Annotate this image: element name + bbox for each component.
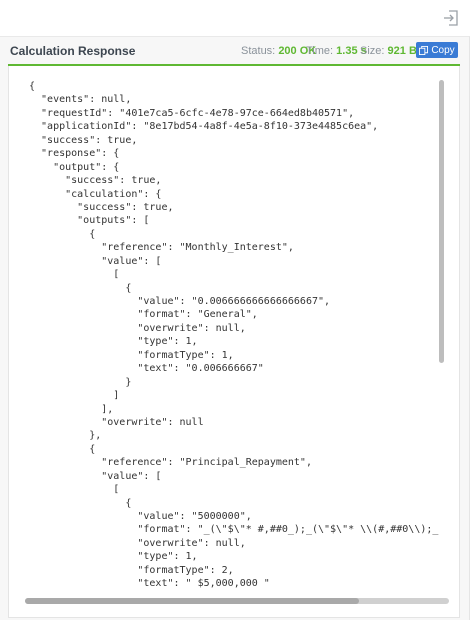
code-line: "applicationId": "8e17bd54-4a8f-4e5a-8f1… <box>29 121 379 133</box>
code-line: "calculation": { <box>29 188 162 200</box>
code-line: "formatType": 1, <box>29 349 234 361</box>
code-line: "value": "0.006666666666666667", <box>29 296 331 307</box>
code-line: { <box>29 497 132 509</box>
code-line: [ <box>29 269 120 281</box>
panel-title: Calculation Response <box>10 44 136 58</box>
copy-button[interactable]: Copy <box>416 42 458 58</box>
code-line: ] <box>29 390 120 402</box>
code-line: "value": [ <box>29 470 162 482</box>
code-line: "requestId": "401e7ca5-6cfc-4e78-97ce-66… <box>29 107 355 119</box>
copy-icon <box>419 45 429 55</box>
panel-header: Calculation Response Status: 200 OK Time… <box>0 37 470 65</box>
code-line: ], <box>29 403 114 415</box>
code-line: { <box>29 443 96 455</box>
code-line: { <box>29 228 96 240</box>
code-line: "overwrite": null <box>29 416 204 428</box>
code-line: }, <box>29 430 102 442</box>
code-line: "text": " $5,000,000 " <box>29 578 270 590</box>
code-line: [ <box>29 484 120 496</box>
code-line: "reference": "Monthly_Interest", <box>29 242 294 254</box>
horizontal-scrollbar-track[interactable] <box>25 598 449 604</box>
code-line: { <box>29 282 132 294</box>
code-line: "value": [ <box>29 255 162 267</box>
code-line: "events": null, <box>29 94 132 106</box>
json-code: { "events": null, "requestId": "401e7ca5… <box>29 80 439 592</box>
code-line: "success": true, <box>29 201 174 213</box>
code-line: "format": "_(\"$\"* #,##0_);_(\"$\"* \\(… <box>29 524 439 536</box>
code-line: "type": 1, <box>29 336 198 348</box>
code-line: } <box>29 376 132 388</box>
status-meta: Status: 200 OK <box>241 45 316 57</box>
code-line: "response": { <box>29 148 120 160</box>
code-line: "value": "5000000", <box>29 511 252 522</box>
code-line: "formatType": 2, <box>29 564 234 576</box>
response-body[interactable]: { "events": null, "requestId": "401e7ca5… <box>8 66 460 618</box>
size-meta: Size: 921 B <box>360 45 417 57</box>
code-line: "success": true, <box>29 175 162 187</box>
status-label: Status: <box>241 45 276 57</box>
code-line: "overwrite": null, <box>29 322 246 334</box>
size-value: 921 B <box>387 45 417 57</box>
vertical-scrollbar[interactable] <box>439 80 444 363</box>
copy-button-label: Copy <box>431 44 455 56</box>
top-bar <box>0 0 474 36</box>
size-label: Size: <box>360 45 385 57</box>
code-line: "reference": "Principal_Repayment", <box>29 457 312 469</box>
code-line: "overwrite": null, <box>29 537 246 549</box>
time-meta: Time: 1.35 s <box>306 45 367 57</box>
code-line: "type": 1, <box>29 551 198 563</box>
code-line: "text": "0.006666667" <box>29 363 264 375</box>
code-line: { <box>29 81 36 92</box>
code-line: "success": true, <box>29 134 138 146</box>
calculation-response-panel: Calculation Response Status: 200 OK Time… <box>0 36 470 620</box>
code-line: "outputs": [ <box>29 215 150 227</box>
code-line: "format": "General", <box>29 309 258 321</box>
code-line: "output": { <box>29 161 120 173</box>
sign-out-icon[interactable] <box>442 9 460 27</box>
time-label: Time: <box>306 45 334 57</box>
horizontal-scrollbar-thumb[interactable] <box>25 598 359 604</box>
